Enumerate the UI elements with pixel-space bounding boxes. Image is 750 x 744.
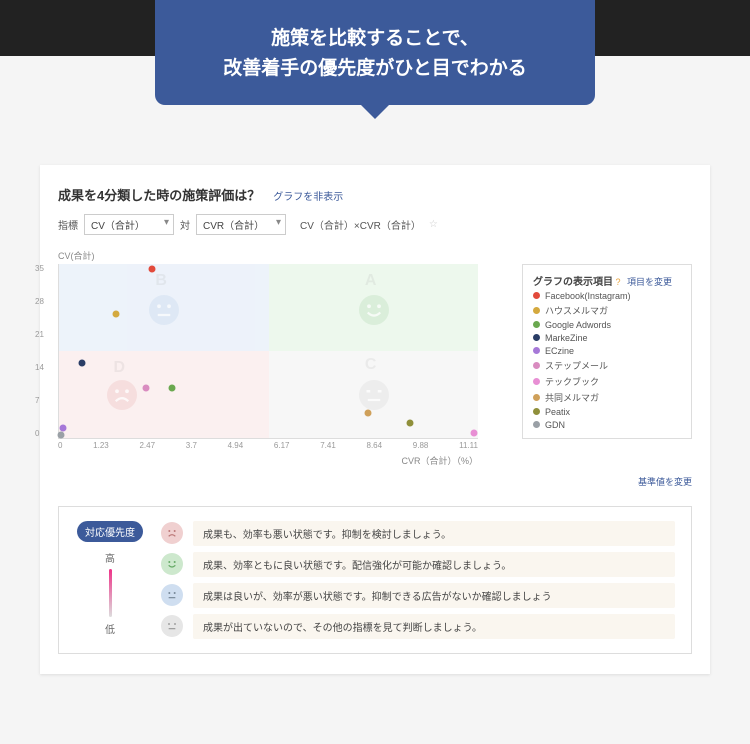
- legend-title: グラフの表示項目: [533, 277, 613, 288]
- x-ticks: 01.232.473.74.946.177.418.649.8811.11: [58, 441, 478, 450]
- data-point[interactable]: [57, 432, 64, 439]
- x-axis-label: CVR（合計）（%）: [58, 454, 478, 467]
- analysis-panel: 成果を4分類した時の施策評価は？ グラフを非表示 指標 CV（合計） 対 CVR…: [40, 165, 710, 674]
- happy-face-icon: [359, 295, 389, 325]
- legend-label: MarkeZine: [545, 333, 588, 343]
- data-point[interactable]: [406, 419, 413, 426]
- quadrant-d: D: [59, 351, 269, 438]
- quadrant-b: B: [59, 264, 269, 351]
- legend-item[interactable]: テックブック: [533, 375, 681, 388]
- legend-dot-icon: [533, 321, 540, 328]
- quadrant-c: C: [269, 351, 479, 438]
- legend-label: ECzine: [545, 346, 574, 356]
- metric-label: 指標: [58, 217, 78, 232]
- formula-text: CV（合計）×CVR（合計）: [300, 217, 421, 232]
- legend-dot-icon: [533, 378, 540, 385]
- priority-row: 成果は良いが、効率が悪い状態です。抑制できる広告がないか確認しましょう: [161, 583, 675, 608]
- legend-item[interactable]: Facebook(Instagram): [533, 291, 681, 301]
- legend-item[interactable]: Google Adwords: [533, 320, 681, 330]
- flat-face-icon: [161, 615, 183, 637]
- legend-dot-icon: [533, 334, 540, 341]
- priority-row-text: 成果は良いが、効率が悪い状態です。抑制できる広告がないか確認しましょう: [193, 583, 675, 608]
- hero-line1: 施策を比較することで、: [175, 24, 575, 54]
- priority-row-text: 成果も、効率も悪い状態です。抑制を検討しましょう。: [193, 521, 675, 546]
- priority-row-text: 成果が出ていないので、その他の指標を見て判断しましょう。: [193, 614, 675, 639]
- legend-item[interactable]: MarkeZine: [533, 333, 681, 343]
- vs-select[interactable]: CVR（合計）: [196, 214, 286, 235]
- meh-face-icon: [161, 584, 183, 606]
- data-point[interactable]: [365, 409, 372, 416]
- panel-title: 成果を4分類した時の施策評価は？: [58, 188, 260, 203]
- legend-label: GDN: [545, 420, 565, 430]
- happy-face-icon: [161, 553, 183, 575]
- legend-label: Google Adwords: [545, 320, 611, 330]
- priority-row: 成果も、効率も悪い状態です。抑制を検討しましょう。: [161, 521, 675, 546]
- quadrant-a: A: [269, 264, 479, 351]
- hide-graph-link[interactable]: グラフを非表示: [273, 192, 343, 203]
- legend-item[interactable]: ハウスメルマガ: [533, 304, 681, 317]
- priority-high-label: 高: [105, 550, 115, 565]
- legend-label: ハウスメルマガ: [545, 304, 608, 317]
- legend-item[interactable]: GDN: [533, 420, 681, 430]
- legend-label: Facebook(Instagram): [545, 291, 631, 301]
- data-point[interactable]: [78, 360, 85, 367]
- favorite-star-icon[interactable]: ☆: [429, 219, 438, 230]
- metric-select[interactable]: CV（合計）: [84, 214, 174, 235]
- legend-dot-icon: [533, 307, 540, 314]
- legend-item[interactable]: 共同メルマガ: [533, 391, 681, 404]
- legend-dot-icon: [533, 408, 540, 415]
- legend-dot-icon: [533, 292, 540, 299]
- data-point[interactable]: [142, 385, 149, 392]
- legend-edit-link[interactable]: 項目を変更: [627, 277, 672, 287]
- legend-item[interactable]: ステップメール: [533, 359, 681, 372]
- legend-dot-icon: [533, 421, 540, 428]
- meh-face-icon: [149, 295, 179, 325]
- data-point[interactable]: [169, 385, 176, 392]
- legend-dot-icon: [533, 394, 540, 401]
- legend-label: Peatix: [545, 407, 570, 417]
- priority-arrow-icon: [109, 569, 112, 617]
- priority-low-label: 低: [105, 621, 115, 636]
- hero-line2: 改善着手の優先度がひと目でわかる: [175, 54, 575, 84]
- data-point[interactable]: [149, 265, 156, 272]
- legend-dot-icon: [533, 362, 540, 369]
- legend-label: テックブック: [545, 375, 599, 388]
- data-point[interactable]: [470, 429, 477, 436]
- y-axis-label: CV(合計): [58, 249, 692, 262]
- priority-box: 対応優先度 高 低 成果も、効率も悪い状態です。抑制を検討しましょう。成果、効率…: [58, 506, 692, 654]
- legend: グラフの表示項目 ? 項目を変更 Facebook(Instagram) ハウスメ…: [522, 264, 692, 439]
- flat-face-icon: [359, 380, 389, 410]
- scatter-plot: B A D C 0714212835: [58, 264, 478, 439]
- controls-row: 指標 CV（合計） 対 CVR（合計） CV（合計）×CVR（合計） ☆: [58, 214, 692, 235]
- data-point[interactable]: [112, 310, 119, 317]
- priority-row-text: 成果、効率ともに良い状態です。配信強化が可能か確認しましょう。: [193, 552, 675, 577]
- change-baseline-link[interactable]: 基準値を変更: [58, 475, 692, 488]
- priority-badge: 対応優先度: [77, 521, 143, 542]
- chart-area: B A D C 0714212835 01.232.473.74.946.177…: [58, 264, 508, 467]
- info-icon: ?: [616, 277, 621, 287]
- data-point[interactable]: [59, 424, 66, 431]
- hero-banner: 施策を比較することで、 改善着手の優先度がひと目でわかる: [155, 0, 595, 105]
- sad-face-icon: [161, 522, 183, 544]
- legend-item[interactable]: Peatix: [533, 407, 681, 417]
- priority-scale: 高 低: [75, 550, 145, 636]
- vs-label: 対: [180, 217, 190, 232]
- legend-label: 共同メルマガ: [545, 391, 599, 404]
- priority-row: 成果が出ていないので、その他の指標を見て判断しましょう。: [161, 614, 675, 639]
- sad-face-icon: [107, 380, 137, 410]
- legend-dot-icon: [533, 347, 540, 354]
- legend-label: ステップメール: [545, 359, 608, 372]
- y-ticks: 0714212835: [35, 264, 44, 438]
- legend-item[interactable]: ECzine: [533, 346, 681, 356]
- priority-row: 成果、効率ともに良い状態です。配信強化が可能か確認しましょう。: [161, 552, 675, 577]
